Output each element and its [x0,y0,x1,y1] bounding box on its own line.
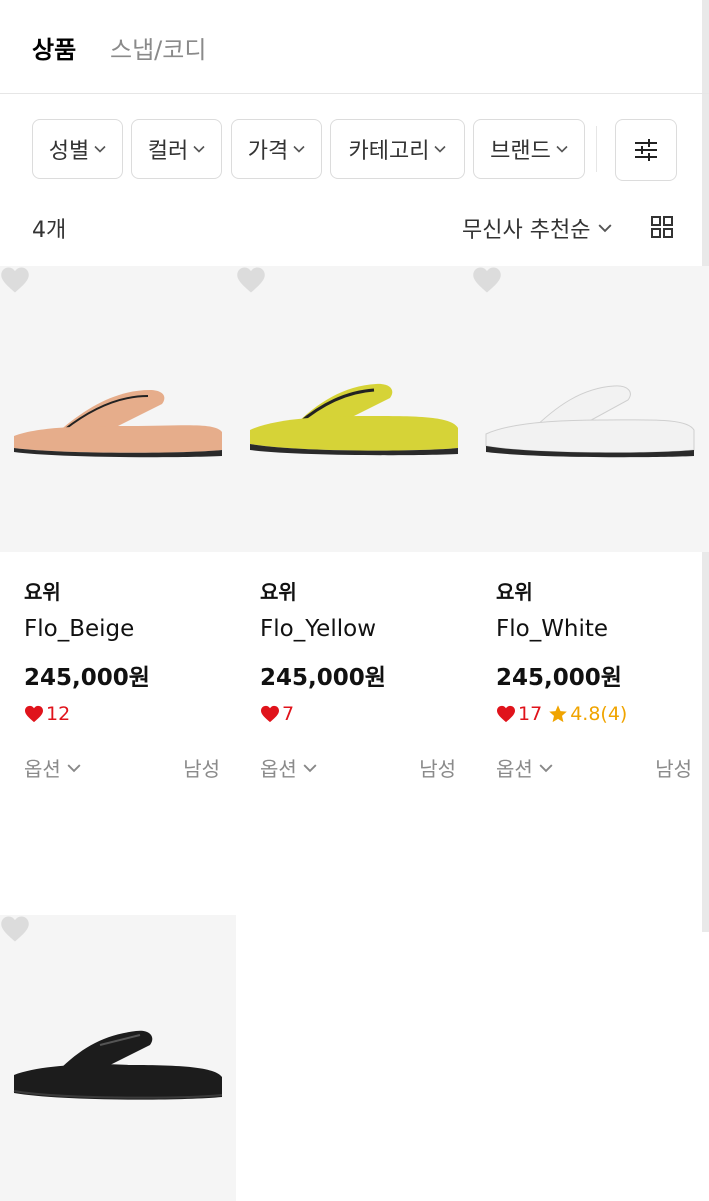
product-stats: 7 [260,703,294,725]
heart-icon[interactable] [0,266,30,294]
filter-brand-label: 브랜드 [490,139,551,164]
like-count: 12 [46,703,71,725]
product-image[interactable] [0,915,236,1201]
sort-dropdown[interactable]: 무신사 추천순 [462,212,612,244]
option-dropdown[interactable]: 옵션 [496,753,553,782]
filter-divider [596,126,597,172]
product-brand[interactable]: 요위 [496,576,533,605]
product-stats: 12 [24,703,70,725]
chevron-down-icon [598,224,612,233]
chevron-down-icon [94,145,106,153]
result-count: 4개 [32,218,67,243]
like-count: 17 [518,703,543,725]
option-dropdown[interactable]: 옵션 [24,753,81,782]
chevron-down-icon [193,145,205,153]
product-stats: 17 4.8(4) [496,703,627,725]
heart-icon [497,705,515,723]
heart-icon[interactable] [236,266,266,294]
star-icon [549,705,567,723]
option-label: 옵션 [24,757,61,781]
product-brand[interactable]: 요위 [24,576,61,605]
grid-view-icon[interactable] [650,215,674,239]
chevron-down-icon [67,763,81,772]
sandal-image [250,383,458,456]
option-dropdown[interactable]: 옵션 [260,753,317,782]
filter-gender-label: 성별 [48,139,90,164]
product-brand[interactable]: 요위 [260,576,297,605]
sandal-image [14,390,222,458]
product-image[interactable] [236,266,472,552]
filter-gender-chip[interactable]: 성별 [32,119,123,179]
filter-color-label: 컬러 [147,139,189,164]
chevron-down-icon [434,145,447,153]
product-gender: 남성 [655,757,692,781]
like-count: 7 [282,703,295,725]
option-label: 옵션 [496,757,533,781]
filter-category-chip[interactable]: 카테고리 [330,119,465,179]
filter-price-label: 가격 [247,139,289,164]
product-price: 245,000원 [24,665,150,691]
tab-products[interactable]: 상품 [32,34,76,66]
rating-score: 4.8(4) [570,703,628,725]
heart-icon[interactable] [0,915,30,943]
filter-brand-chip[interactable]: 브랜드 [473,119,585,179]
sandal-image [13,1030,223,1100]
option-label: 옵션 [260,757,297,781]
product-gender: 남성 [183,757,220,781]
product-price: 245,000원 [496,665,622,691]
product-image[interactable] [472,266,708,552]
sandal-sole [485,419,695,454]
product-name[interactable]: Flo_Beige [24,616,134,642]
tab-snap-coordi[interactable]: 스냅/코디 [110,34,206,66]
chevron-down-icon [293,145,305,153]
product-name[interactable]: Flo_White [496,616,608,642]
product-gender: 남성 [419,757,456,781]
heart-icon[interactable] [472,266,502,294]
sandal-image [485,385,695,458]
filter-color-chip[interactable]: 컬러 [131,119,222,179]
tab-bar: 상품 스냅/코디 [0,0,709,94]
heart-icon [261,705,279,723]
heart-icon [25,705,43,723]
filter-bar: 성별 컬러 가격 카테고리 브랜드 [0,118,709,182]
sliders-icon [635,139,657,161]
chevron-down-icon [556,145,568,153]
chevron-down-icon [539,763,553,772]
product-price: 245,000원 [260,665,386,691]
filter-settings-button[interactable] [615,119,677,181]
sort-label: 무신사 추천순 [462,218,591,243]
sandal-sole [250,416,458,451]
product-name[interactable]: Flo_Yellow [260,616,376,642]
product-image[interactable] [0,266,236,552]
filter-price-chip[interactable]: 가격 [231,119,322,179]
filter-category-label: 카테고리 [348,139,430,164]
chevron-down-icon [303,763,317,772]
sandal-sole [14,425,222,453]
